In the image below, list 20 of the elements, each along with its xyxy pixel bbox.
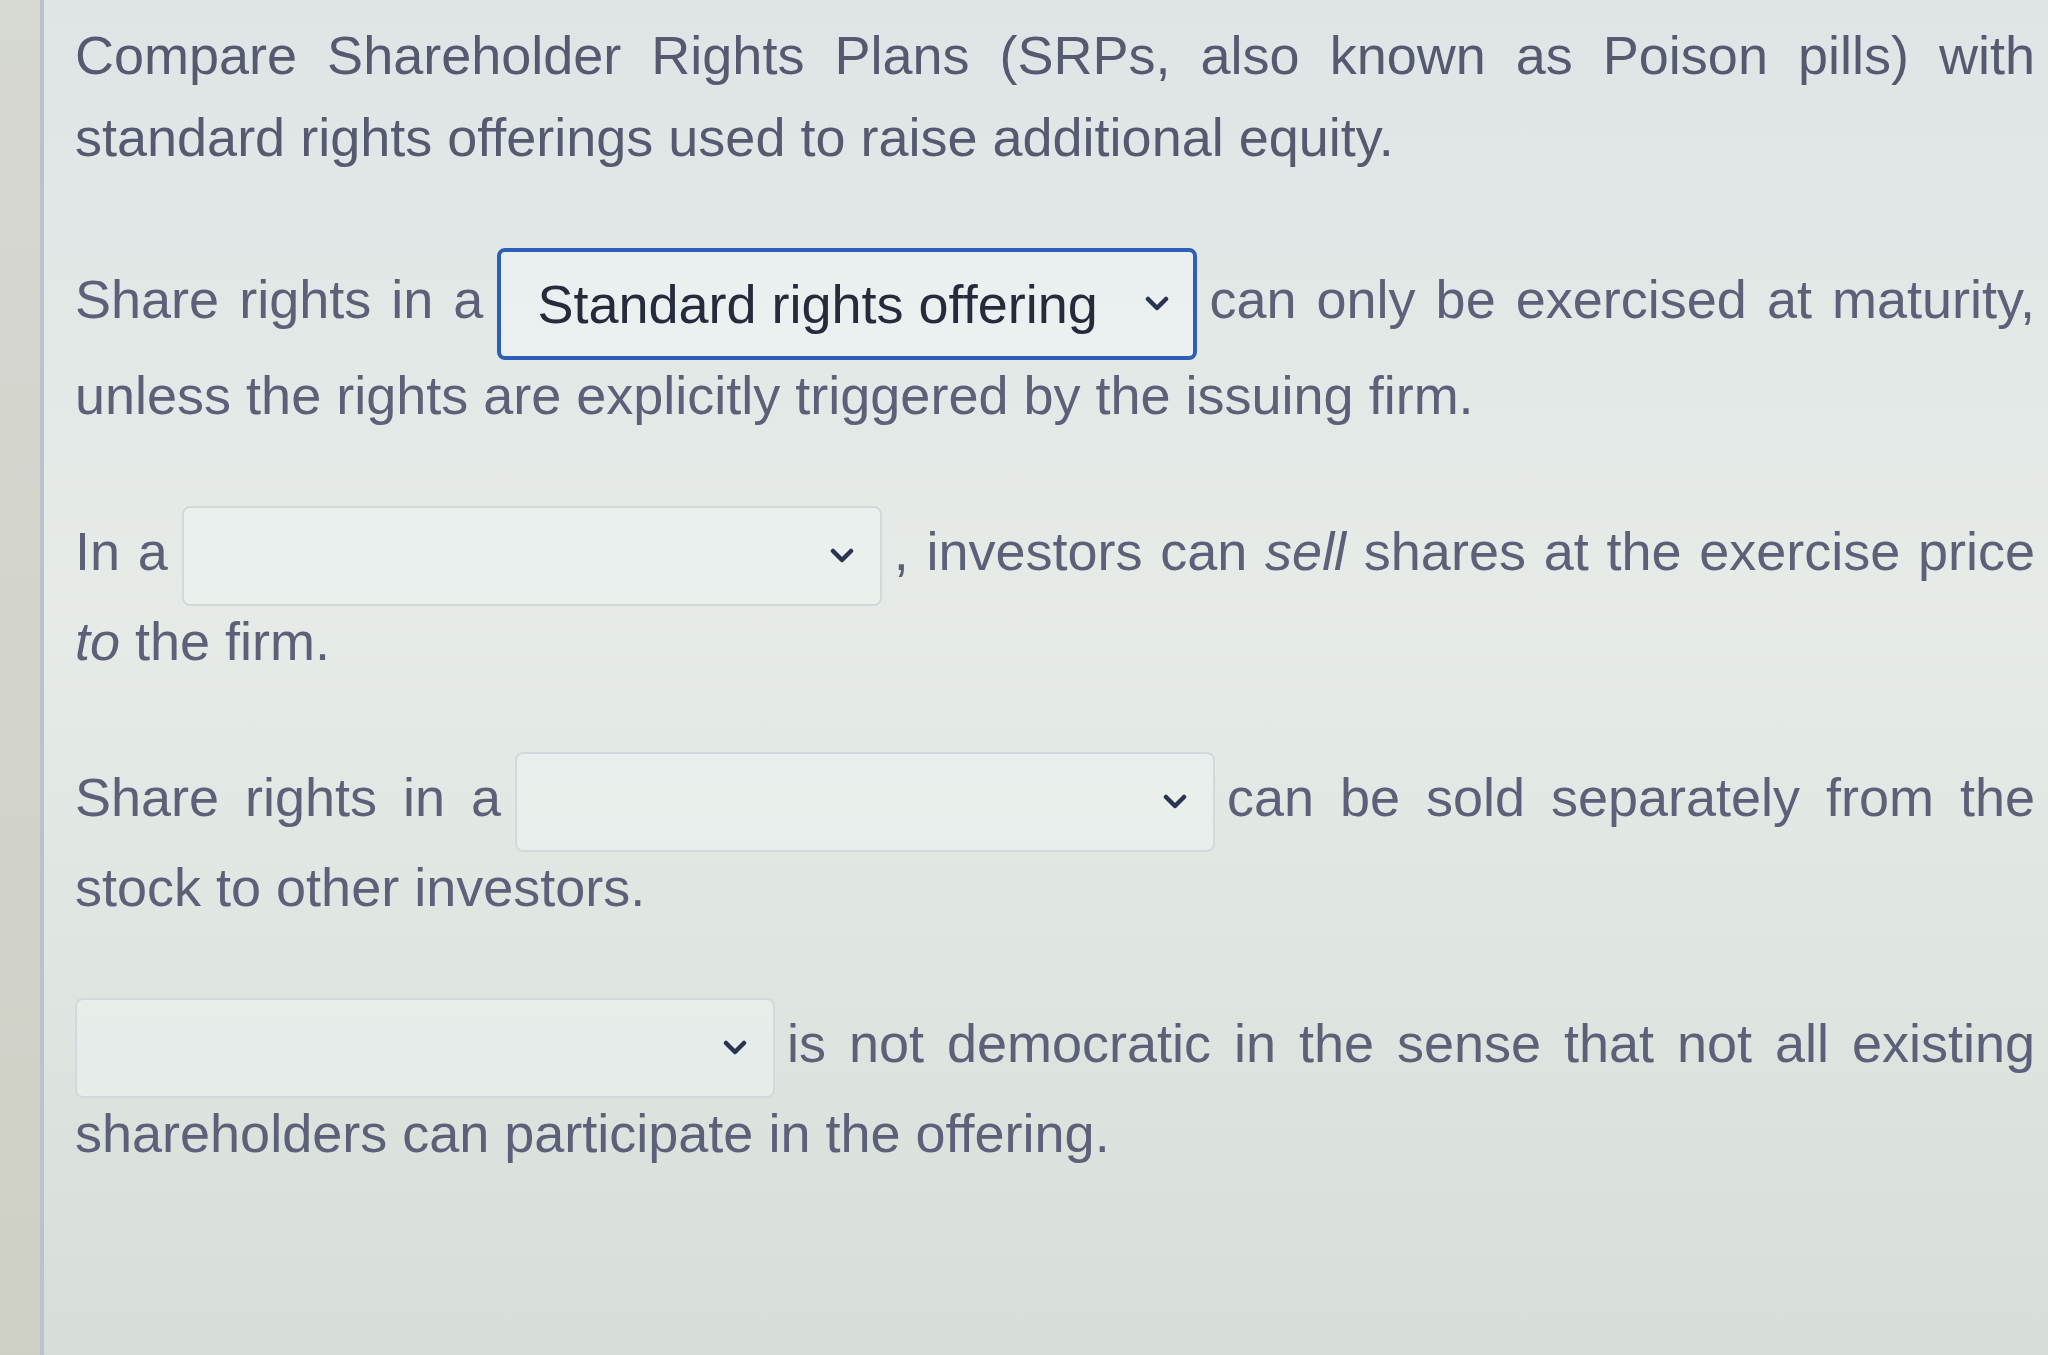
sentence-text: Share rights in a [75,269,484,330]
sentence-text: can be sold separately from the [1227,767,2035,828]
question-prompt: Compare Shareholder Rights Plans (SRPs, also known as Poison pills) with standard rights offerings used to raise additional equity. [75,24,2035,169]
sentence-text: Share rights in a [75,767,501,828]
chevron-down-icon [829,548,854,564]
answer-dropdown[interactable] [515,752,1215,852]
answer-dropdown[interactable] [181,506,882,606]
chevron-down-icon [723,1040,747,1056]
sentence-text: to the firm. [75,611,331,671]
chevron-down-icon [1163,794,1187,810]
sentence-text: shareholders can participate in the offering. [75,1103,1110,1163]
sentence-text: is not democratic in the sense that not all existing [787,1013,2035,1074]
answer-dropdown[interactable] [75,998,775,1098]
sentence-text: can only be exercised at maturity, [1209,269,2035,330]
sentence-text: stock to other investors. [75,857,646,917]
sentence-text: unless the rights are explicitly triggered by the issuing firm. [75,365,1474,425]
sentence-text: In a [75,521,168,582]
sentence-text: , investors can sell shares at the exercise price [893,521,2035,582]
answer-dropdown[interactable]: Standard rights offering [497,248,1198,360]
chevron-down-icon [1145,296,1170,312]
